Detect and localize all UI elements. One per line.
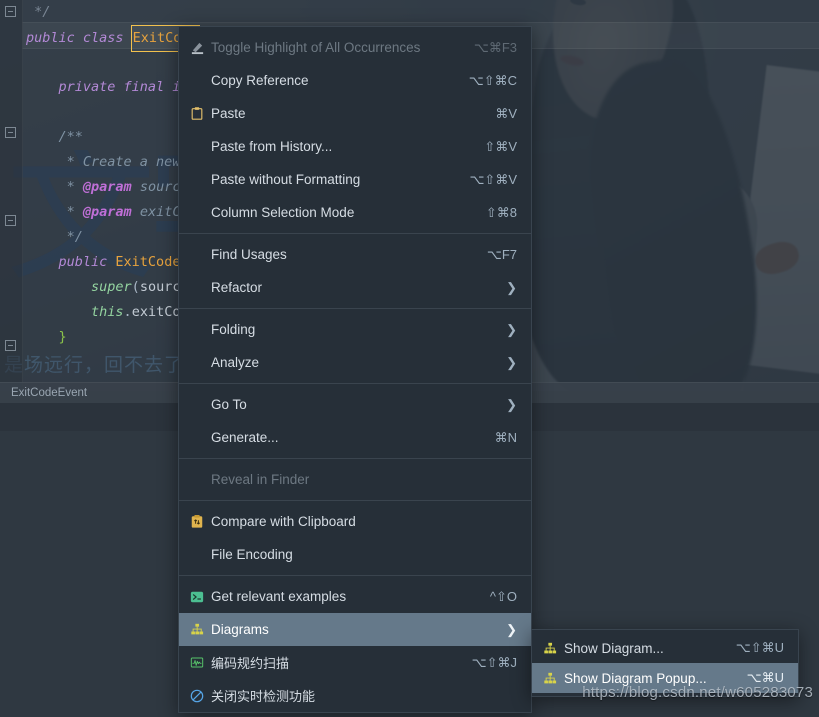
no-icon	[187, 205, 207, 221]
menu-item-shortcut: ⌥⇧⌘U	[735, 640, 784, 655]
menu-item-folding[interactable]: Folding ❯	[179, 313, 531, 346]
no-icon	[187, 247, 207, 263]
menu-item-compare-with-clipboard[interactable]: Compare with Clipboard	[179, 505, 531, 538]
menu-separator	[179, 383, 531, 384]
menu-item-label: Folding	[211, 322, 256, 337]
menu-item-label: Paste from History...	[211, 139, 333, 154]
diagram-icon	[540, 640, 560, 656]
menu-item-label: Column Selection Mode	[211, 205, 355, 220]
fold-marker[interactable]	[5, 340, 16, 351]
circle-slash-icon	[187, 688, 207, 704]
no-icon	[187, 430, 207, 446]
menu-item-show-diagram[interactable]: Show Diagram... ⌥⇧⌘U	[532, 633, 798, 663]
menu-item-label: Show Diagram...	[564, 640, 664, 656]
menu-item-reveal-in-finder: Reveal in Finder	[179, 463, 531, 496]
chevron-right-icon: ❯	[506, 322, 517, 337]
menu-item-column-selection-mode[interactable]: Column Selection Mode ⇧⌘8	[179, 196, 531, 229]
waveform-icon	[187, 655, 207, 671]
fold-marker[interactable]	[5, 6, 16, 17]
compare-clipboard-icon	[187, 514, 207, 530]
menu-item-label: Analyze	[211, 355, 260, 370]
menu-item-shortcut: ⌥⇧⌘V	[469, 171, 517, 187]
menu-item-item-23[interactable]: 编码规约扫描 ⌥⇧⌘J	[179, 646, 531, 679]
context-menu[interactable]: Toggle Highlight of All Occurrences ⌥⌘F3 C…	[178, 26, 532, 713]
menu-item-shortcut: ⇧⌘V	[484, 138, 517, 154]
menu-item-shortcut: ⌥⌘F3	[473, 39, 517, 55]
highlighter-icon	[187, 40, 207, 56]
menu-item-label: Compare with Clipboard	[211, 514, 356, 529]
menu-item-shortcut: ⌥⇧⌘C	[468, 72, 517, 88]
menu-item-label: 编码规约扫描	[211, 657, 290, 672]
menu-item-paste-from-history[interactable]: Paste from History... ⇧⌘V	[179, 130, 531, 163]
menu-item-shortcut: ⇧⌘8	[485, 204, 517, 220]
menu-item-item-24[interactable]: 关闭实时检测功能	[179, 679, 531, 712]
chevron-right-icon: ❯	[506, 280, 517, 295]
no-icon	[187, 355, 207, 371]
chevron-right-icon: ❯	[506, 397, 517, 412]
no-icon	[187, 172, 207, 188]
menu-item-toggle-highlight-of-all-occurrences: Toggle Highlight of All Occurrences ⌥⌘F3	[179, 31, 531, 64]
diagram-icon	[540, 670, 560, 686]
menu-item-shortcut: ⌥F7	[486, 246, 517, 262]
menu-item-label: 关闭实时检测功能	[211, 690, 316, 705]
menu-item-shortcut: ^⇧O	[489, 588, 517, 604]
clipboard-icon	[187, 106, 207, 122]
menu-item-paste-without-formatting[interactable]: Paste without Formatting ⌥⇧⌘V	[179, 163, 531, 196]
menu-item-label: Go To	[211, 397, 247, 412]
menu-separator	[179, 500, 531, 501]
menu-item-generate[interactable]: Generate... ⌘N	[179, 421, 531, 454]
fold-marker[interactable]	[5, 215, 16, 226]
menu-item-label: Copy Reference	[211, 73, 309, 88]
no-icon	[187, 73, 207, 89]
site-watermark: https://blog.csdn.net/w605283073	[582, 684, 813, 701]
menu-item-find-usages[interactable]: Find Usages ⌥F7	[179, 238, 531, 271]
no-icon	[187, 547, 207, 563]
no-icon	[187, 322, 207, 338]
menu-item-shortcut: ⌘N	[494, 429, 517, 445]
menu-item-label: Toggle Highlight of All Occurrences	[211, 40, 421, 55]
menu-item-label: File Encoding	[211, 547, 293, 562]
menu-separator	[179, 233, 531, 234]
menu-item-go-to[interactable]: Go To ❯	[179, 388, 531, 421]
menu-item-refactor[interactable]: Refactor ❯	[179, 271, 531, 304]
menu-item-label: Generate...	[211, 430, 279, 445]
menu-separator	[179, 575, 531, 576]
menu-item-shortcut: ⌘V	[495, 105, 517, 121]
menu-item-copy-reference[interactable]: Copy Reference ⌥⇧⌘C	[179, 64, 531, 97]
no-icon	[187, 397, 207, 413]
menu-item-paste[interactable]: Paste ⌘V	[179, 97, 531, 130]
chevron-right-icon: ❯	[506, 622, 517, 637]
menu-item-analyze[interactable]: Analyze ❯	[179, 346, 531, 379]
menu-item-shortcut: ⌥⇧⌘J	[471, 654, 517, 670]
terminal-icon	[187, 589, 207, 605]
no-icon	[187, 139, 207, 155]
menu-item-label: Refactor	[211, 280, 263, 295]
menu-item-label: Paste	[211, 106, 246, 121]
menu-item-get-relevant-examples[interactable]: Get relevant examples ^⇧O	[179, 580, 531, 613]
diagram-icon	[187, 622, 207, 638]
menu-item-label: Get relevant examples	[211, 589, 347, 604]
fold-marker[interactable]	[5, 127, 16, 138]
menu-separator	[179, 458, 531, 459]
menu-item-diagrams[interactable]: Diagrams ❯	[179, 613, 531, 646]
no-icon	[187, 472, 207, 488]
editor-gutter[interactable]	[0, 0, 23, 391]
chevron-right-icon: ❯	[506, 355, 517, 370]
menu-separator	[179, 308, 531, 309]
menu-item-file-encoding[interactable]: File Encoding	[179, 538, 531, 571]
code-background-subtitle: 是场远行，回不去了	[4, 354, 185, 376]
menu-item-label: Reveal in Finder	[211, 472, 310, 487]
menu-item-label: Diagrams	[211, 622, 269, 637]
menu-item-label: Paste without Formatting	[211, 172, 361, 187]
menu-item-label: Find Usages	[211, 247, 287, 262]
no-icon	[187, 280, 207, 296]
